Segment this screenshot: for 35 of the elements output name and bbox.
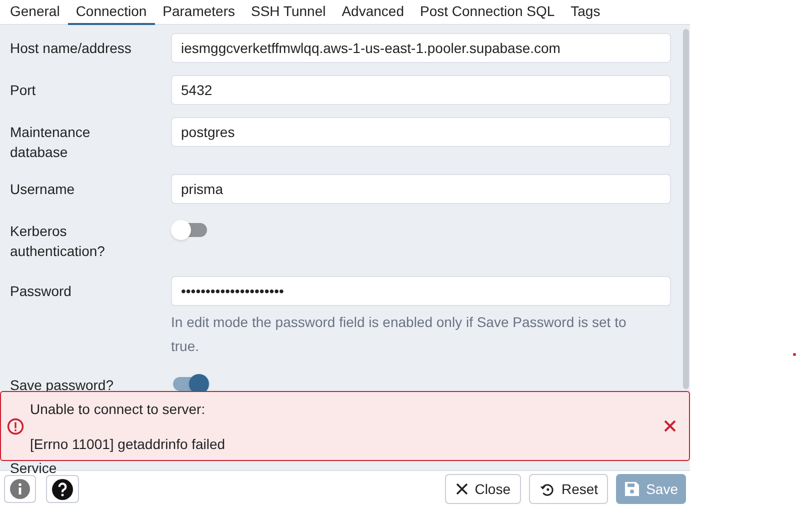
input-field[interactable]: postgres <box>171 117 671 147</box>
error-icon <box>7 418 24 434</box>
reset-button[interactable]: Reset <box>528 474 608 504</box>
field-label: Maintenance database <box>10 123 92 162</box>
close-button[interactable]: Close <box>444 474 520 504</box>
help-button[interactable] <box>46 475 79 503</box>
field-label: Username <box>10 180 76 199</box>
close-icon[interactable] <box>663 419 677 433</box>
info-button[interactable] <box>4 475 36 503</box>
field-label: Host name/address <box>10 39 132 58</box>
error-detail: [Errno 11001] getaddrinfo failed <box>30 434 226 452</box>
close-icon <box>454 482 469 496</box>
field-label: Password <box>10 282 72 301</box>
tab[interactable]: Tags <box>562 0 608 25</box>
field-label: Port <box>10 81 37 100</box>
toggle-switch[interactable] <box>171 374 209 394</box>
field-label: Kerberos authentication? <box>10 222 106 261</box>
tab[interactable]: General <box>2 0 68 25</box>
save-icon <box>624 481 640 497</box>
help-text: In edit mode the password field is enabled only if Save Password is set to true. <box>171 313 628 356</box>
input-field[interactable]: iesmggcverketffmwlqq.aws-1-us-east-1.pooler.supabase.com <box>171 33 671 63</box>
input-field[interactable]: ••••••••••••••••••••• <box>171 276 671 306</box>
tab[interactable]: Post Connection SQL <box>412 0 563 25</box>
tab[interactable]: Parameters <box>154 0 243 25</box>
info-icon <box>10 479 30 499</box>
help-icon <box>52 478 73 500</box>
scrollbar[interactable] <box>683 29 689 389</box>
toggle-switch[interactable] <box>171 220 209 240</box>
error-title: Unable to connect to server: <box>30 400 206 418</box>
tab[interactable]: Advanced <box>334 0 412 25</box>
field-label: Service <box>10 459 58 478</box>
field-label: Save password? <box>10 376 115 395</box>
input-field[interactable]: prisma <box>171 174 671 204</box>
input-field[interactable]: 5432 <box>171 75 671 105</box>
tab[interactable]: SSH Tunnel <box>243 0 334 25</box>
